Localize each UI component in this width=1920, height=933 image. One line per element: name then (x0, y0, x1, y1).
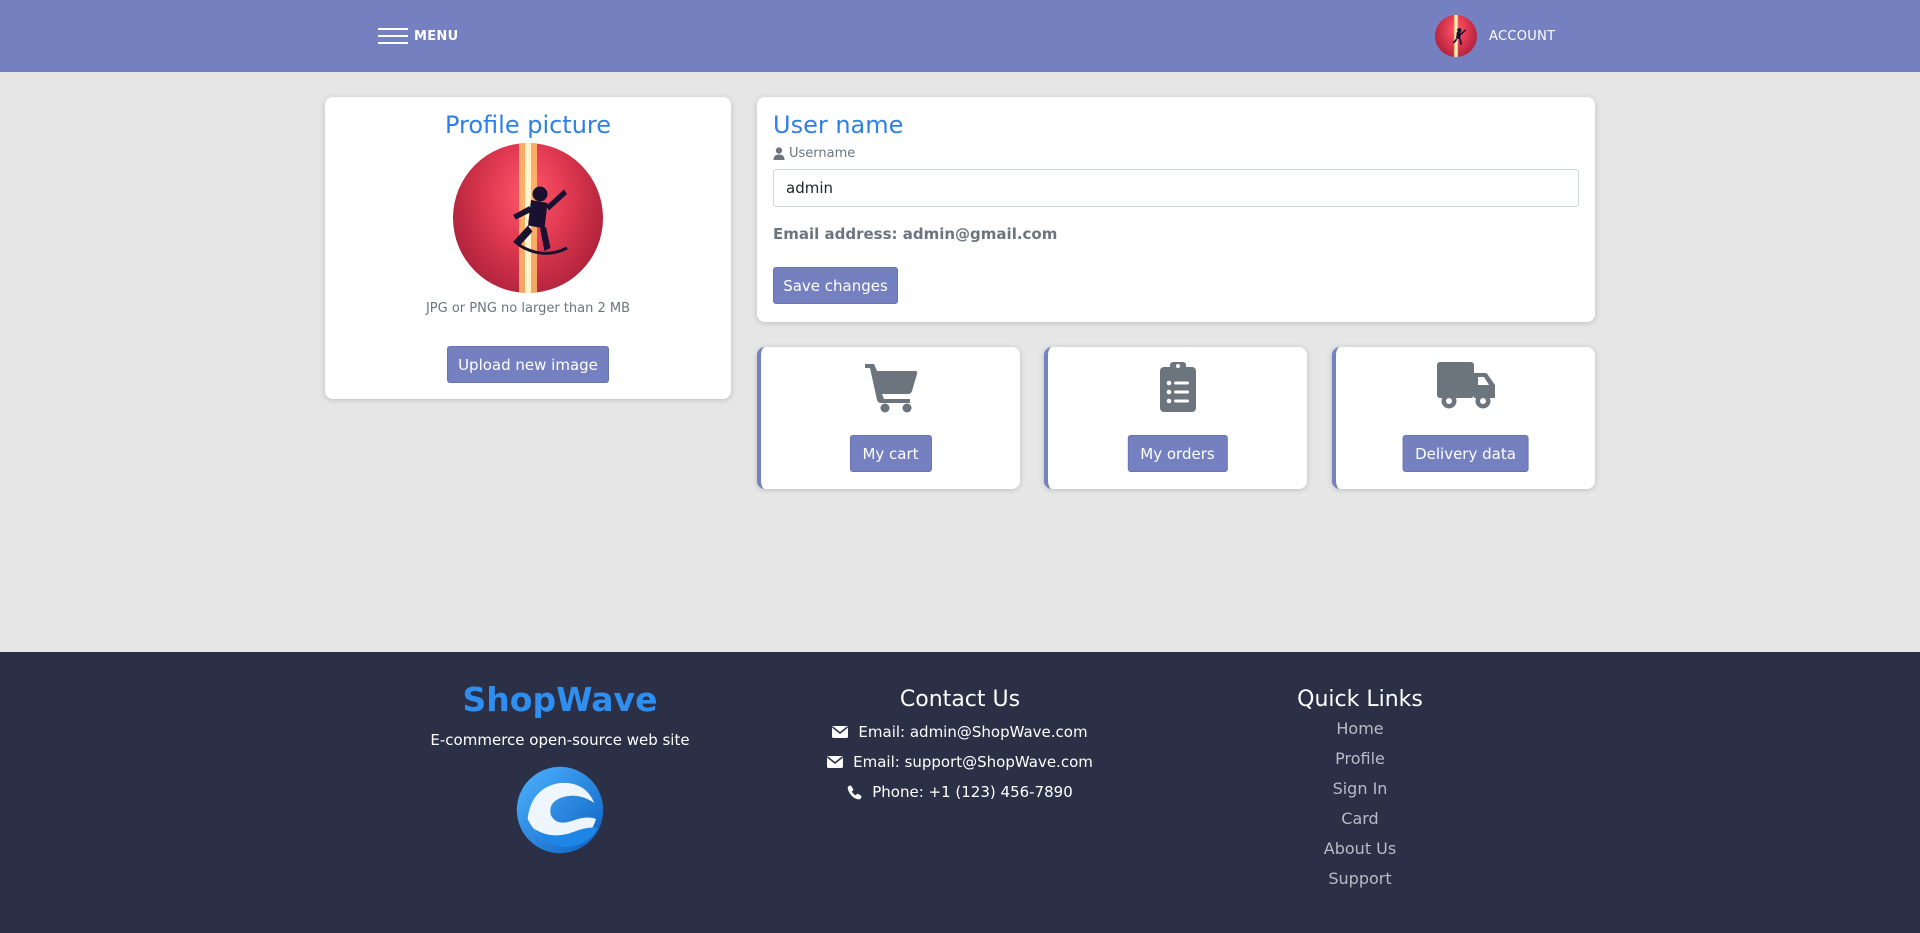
footer-contact: Contact Us Email: admin@ShopWave.com Ema… (800, 687, 1120, 802)
phone-icon (847, 784, 862, 799)
footer-link-profile[interactable]: Profile (1200, 749, 1520, 772)
contact-support-email-text: Email: support@ShopWave.com (853, 753, 1093, 771)
contact-admin-email-text: Email: admin@ShopWave.com (858, 723, 1088, 741)
brand-name: ShopWave (462, 680, 658, 719)
contact-support-email: Email: support@ShopWave.com (800, 752, 1120, 772)
delivery-data-tile: Delivery data (1332, 347, 1595, 489)
profile-picture-card: Profile picture JPG or PNG no larger tha… (325, 97, 731, 399)
email-address-text: Email address: admin@gmail.com (773, 225, 1058, 243)
contact-title: Contact Us (899, 687, 1021, 712)
profile-picture-title: Profile picture (444, 111, 612, 139)
my-cart-tile: My cart (757, 347, 1020, 489)
contact-phone-text: Phone: +1 (123) 456-7890 (872, 783, 1073, 801)
user-name-title: User name (773, 111, 904, 139)
envelope-icon (827, 756, 844, 768)
profile-avatar-image (453, 143, 603, 293)
account-avatar (1435, 15, 1477, 57)
user-icon (773, 147, 785, 160)
menu-button[interactable]: MENU (378, 24, 458, 48)
envelope-icon (832, 726, 849, 738)
account-button[interactable]: ACCOUNT (1435, 15, 1555, 57)
footer-link-support[interactable]: Support (1200, 869, 1520, 892)
delivery-data-button[interactable]: Delivery data (1402, 435, 1529, 472)
contact-admin-email: Email: admin@ShopWave.com (800, 722, 1120, 742)
footer-quick-links: Quick Links Home Profile Sign In Card Ab… (1200, 687, 1520, 892)
footer-link-sign-in[interactable]: Sign In (1200, 779, 1520, 802)
footer: ShopWave E-commerce open-source web site… (0, 652, 1920, 933)
footer-link-card[interactable]: Card (1200, 809, 1520, 832)
my-cart-button[interactable]: My cart (849, 435, 932, 472)
contact-phone: Phone: +1 (123) 456-7890 (800, 782, 1120, 802)
user-name-card: User name Username Email address: admin@… (757, 97, 1595, 322)
account-label: ACCOUNT (1489, 28, 1556, 44)
footer-brand: ShopWave E-commerce open-source web site (400, 680, 720, 855)
footer-link-home[interactable]: Home (1200, 719, 1520, 742)
username-input[interactable] (773, 169, 1579, 207)
save-changes-button[interactable]: Save changes (773, 267, 898, 304)
upload-hint: JPG or PNG no larger than 2 MB (425, 301, 631, 316)
menu-label: MENU (414, 28, 459, 44)
quick-links-title: Quick Links (1297, 687, 1423, 712)
username-label-text: Username (789, 146, 856, 161)
upload-image-button[interactable]: Upload new image (447, 346, 609, 383)
cart-icon (864, 364, 917, 413)
my-orders-tile: My orders (1044, 347, 1307, 489)
username-field-label: Username (773, 146, 855, 161)
brand-tagline: E-commerce open-source web site (430, 731, 690, 749)
my-orders-button[interactable]: My orders (1127, 435, 1228, 472)
truck-icon (1436, 362, 1495, 409)
footer-link-about-us[interactable]: About Us (1200, 839, 1520, 862)
wave-logo-icon (516, 766, 604, 854)
top-navbar: MENU ACCOUNT (0, 0, 1920, 72)
hamburger-icon (378, 28, 408, 44)
clipboard-list-icon (1159, 362, 1196, 412)
